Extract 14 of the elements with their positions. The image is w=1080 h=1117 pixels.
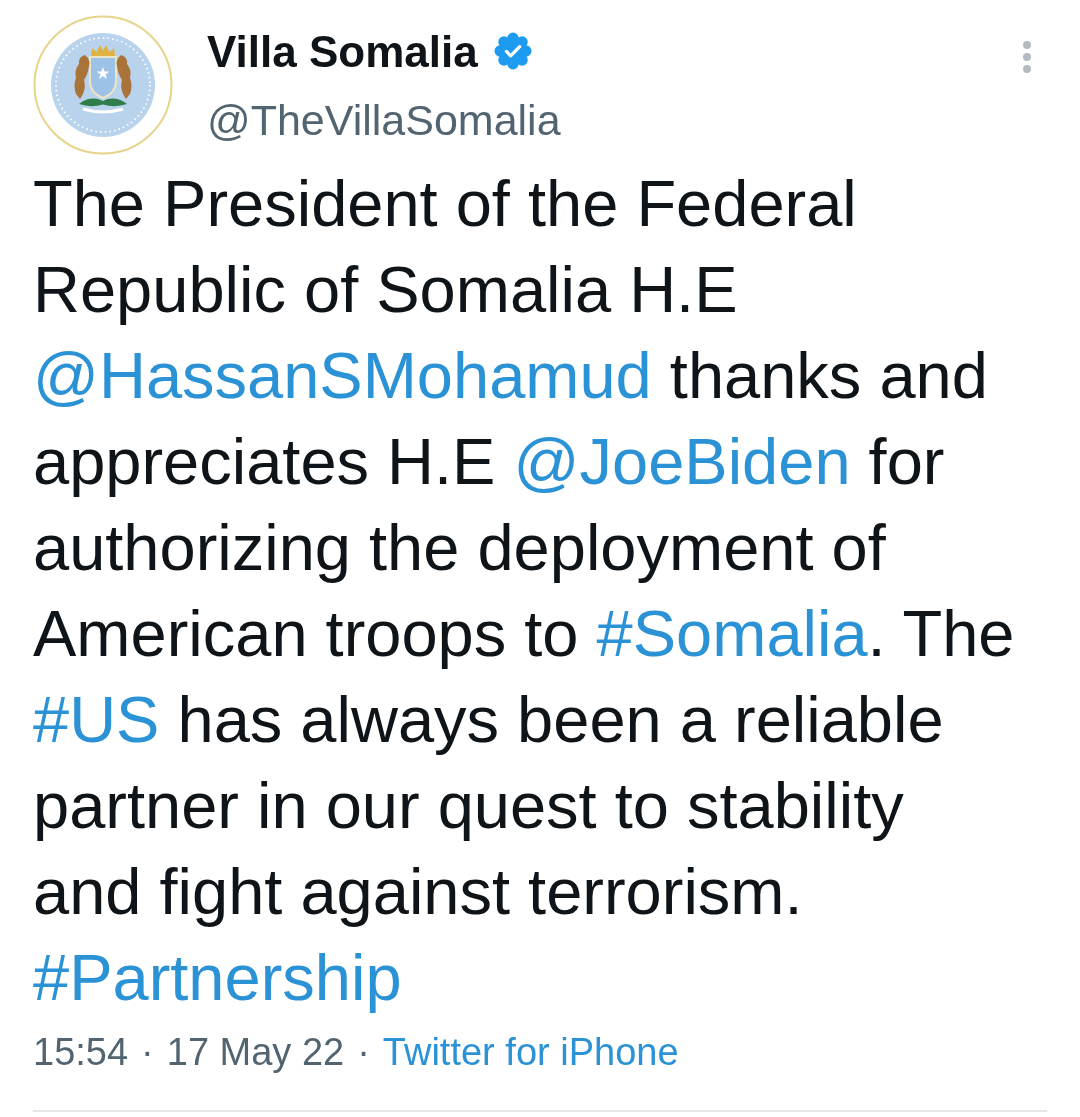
source-link[interactable]: Twitter for iPhone bbox=[382, 1029, 679, 1075]
tweet-date: 17 May 22 bbox=[166, 1030, 345, 1075]
author-handle[interactable]: @TheVillaSomalia bbox=[207, 94, 561, 146]
hashtag-link[interactable]: #Partnership bbox=[33, 941, 402, 1014]
avatar-emblem-icon[interactable] bbox=[33, 15, 173, 155]
tweet-time: 15:54 bbox=[33, 1030, 129, 1075]
mention-link[interactable]: @JoeBiden bbox=[513, 425, 851, 498]
tweet-text: The President of the Federal Republic of Somalia H.E @HassanSMohamud thanks and appreciates H.E @JoeBiden for authorizing the deployment of American troops to #Somalia. The #US has always been a reliable partner in our quest to stability and fight against terrorism. #Partnership bbox=[33, 166, 1016, 1016]
hashtag-link[interactable]: #US bbox=[33, 683, 160, 756]
author-name[interactable]: Villa Somalia bbox=[207, 26, 478, 78]
separator-dot: · bbox=[141, 1030, 154, 1075]
separator-dot: · bbox=[357, 1030, 370, 1075]
mention-link[interactable]: @HassanSMohamud bbox=[33, 339, 652, 412]
hashtag-link[interactable]: #Somalia bbox=[596, 597, 868, 670]
